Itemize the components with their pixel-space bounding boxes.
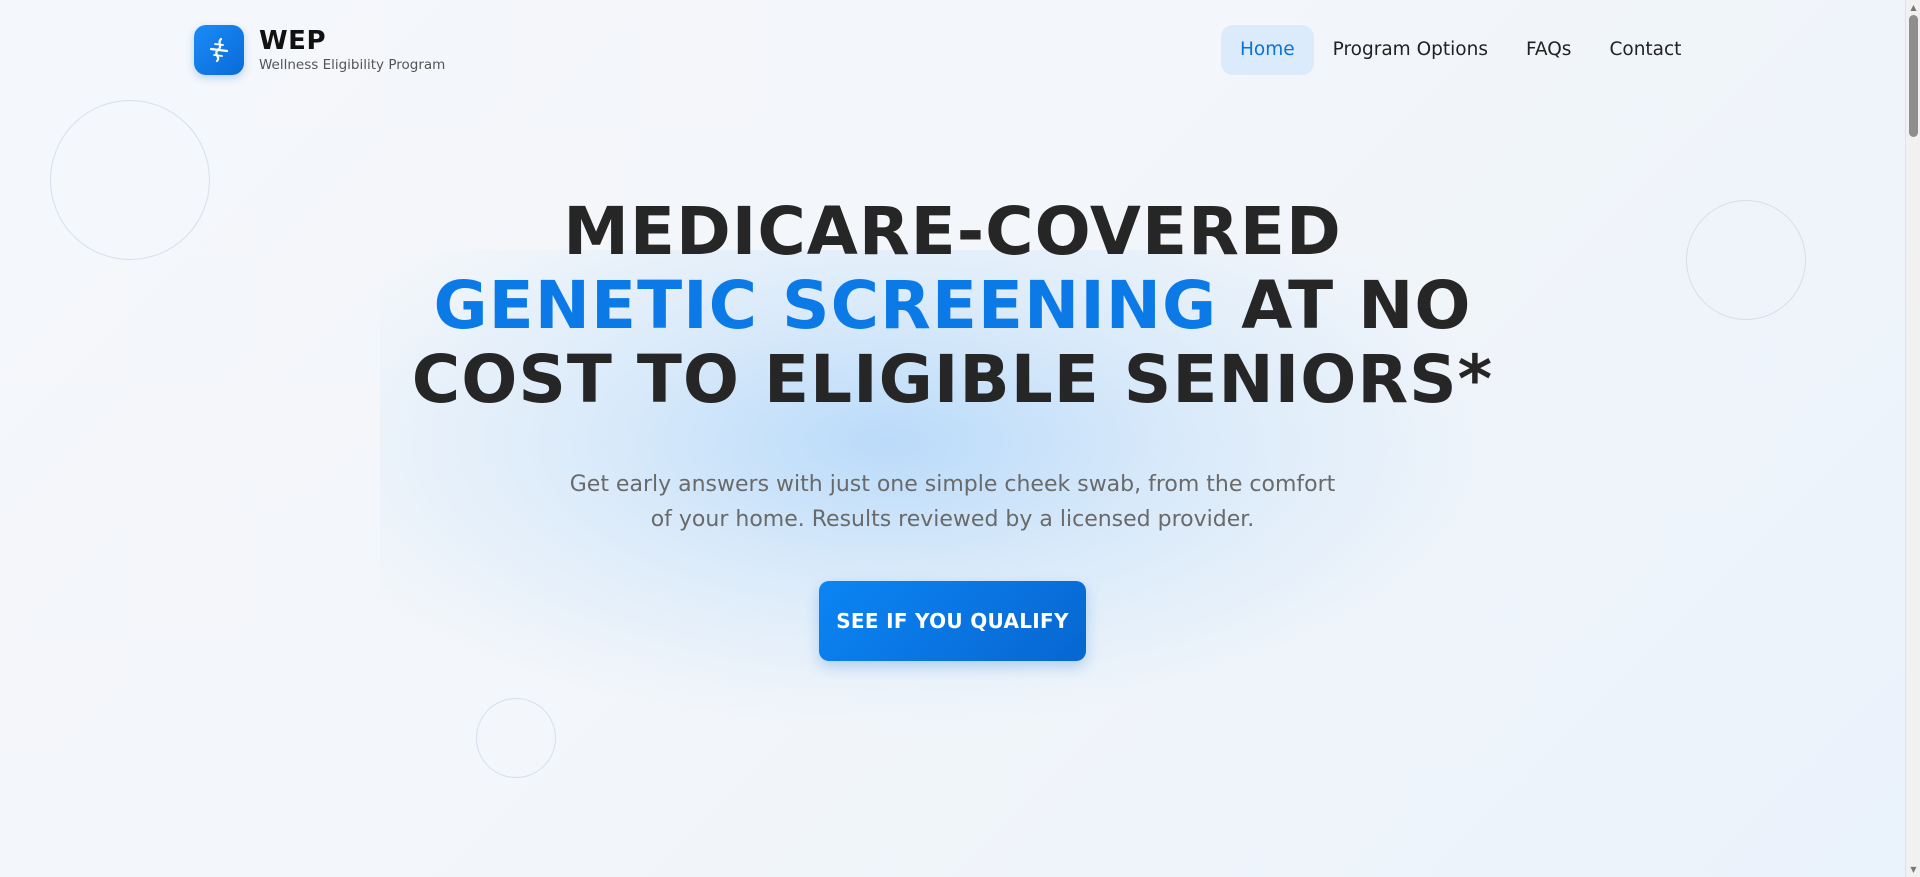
- hero-subtitle-line-1: Get early answers with just one simple c…: [569, 472, 1336, 497]
- headline-line-2: GENETIC SCREENING AT NO: [0, 269, 1905, 343]
- scroll-up-icon[interactable]: ▲: [1909, 3, 1918, 12]
- nav-item-faqs[interactable]: FAQs: [1507, 25, 1590, 75]
- nav-item-program-options[interactable]: Program Options: [1314, 25, 1507, 75]
- scrollbar-thumb[interactable]: [1909, 15, 1918, 137]
- vertical-scrollbar[interactable]: ▲ ▼: [1905, 0, 1920, 877]
- page: WEP Wellness Eligibility Program Home Pr…: [0, 0, 1905, 877]
- headline-line-3: COST TO ELIGIBLE SENIORS*: [411, 341, 1494, 418]
- main-nav: Home Program Options FAQs Contact: [1221, 25, 1700, 75]
- see-if-you-qualify-button[interactable]: SEE IF YOU QUALIFY: [819, 581, 1086, 661]
- headline-highlight: GENETIC SCREENING: [433, 267, 1218, 344]
- hero-section: MEDICARE-COVERED GENETIC SCREENING AT NO…: [0, 195, 1905, 661]
- scroll-down-icon[interactable]: ▼: [1909, 865, 1918, 874]
- site-header: WEP Wellness Eligibility Program Home Pr…: [0, 0, 1905, 100]
- hero-headline: MEDICARE-COVERED GENETIC SCREENING AT NO…: [0, 195, 1905, 417]
- nav-item-home[interactable]: Home: [1221, 25, 1314, 75]
- hero-subtitle: Get early answers with just one simple c…: [563, 467, 1343, 537]
- brand-logo-link[interactable]: WEP Wellness Eligibility Program: [194, 25, 445, 75]
- brand-subtitle: Wellness Eligibility Program: [259, 57, 446, 73]
- headline-line-2-rest: AT NO: [1217, 267, 1472, 344]
- hero-subtitle-line-2: of your home. Results reviewed by a lice…: [650, 507, 1255, 532]
- nav-item-contact[interactable]: Contact: [1590, 25, 1700, 75]
- decorative-circle: [476, 698, 556, 778]
- brand-title: WEP: [259, 26, 326, 56]
- dna-icon: [194, 25, 244, 75]
- headline-line-1: MEDICARE-COVERED: [563, 193, 1342, 270]
